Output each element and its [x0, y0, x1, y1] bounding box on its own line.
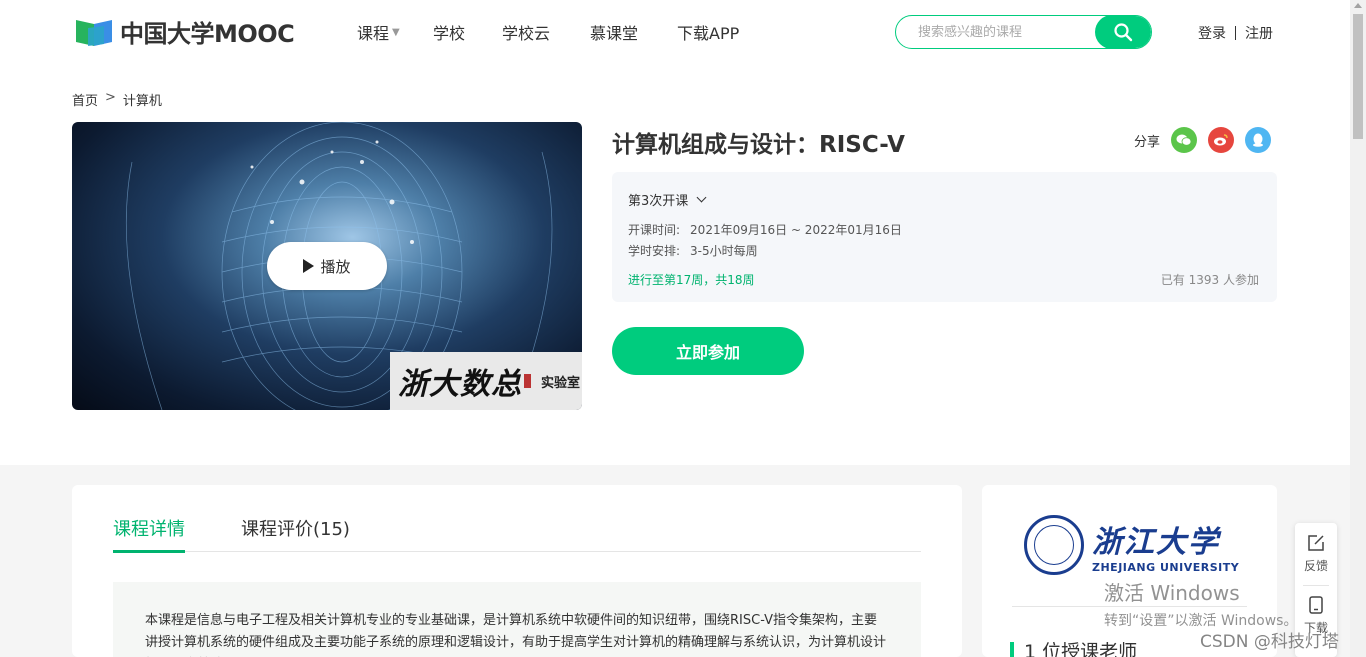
zju-seal-icon [1024, 515, 1084, 575]
section-accent-bar [1010, 641, 1014, 657]
study-hours-label: 学时安排: [628, 244, 681, 258]
university-name-en: ZHEJIANG UNIVERSITY [1092, 560, 1240, 574]
university-name-cn: 浙江大学 [1092, 524, 1220, 560]
feedback-button[interactable]: 反馈 [1295, 533, 1337, 574]
windows-activation-watermark: 激活 Windows 转到“设置”以激活 Windows。 [1104, 577, 1297, 630]
mooc-logo-icon [74, 16, 114, 48]
chevron-down-icon [696, 192, 707, 203]
play-button[interactable]: 播放 [267, 242, 387, 290]
session-info-panel: 第3次开课 开课时间: 2021年09月16日 ~ 2022年01月16日 学时安… [612, 172, 1277, 302]
term-label: 第3次开课 [628, 194, 689, 209]
page: 中国大学MOOC 课程 ▼ 学校 学校云 慕课堂 下载APP 登录 [0, 0, 1366, 657]
tab-course-reviews[interactable]: 课程评价(15) [241, 515, 350, 552]
nav-schools[interactable]: 学校 [433, 20, 502, 44]
course-detail-card: 课程详情 课程评价(15) 本课程是信息与电子工程及相关计算机专业的专业基础课，… [72, 485, 962, 657]
participant-count: 已有 1393 人参加 [1160, 273, 1259, 287]
course-time-value: 2021年09月16日 ~ 2022年01月16日 [690, 223, 902, 237]
register-link[interactable]: 注册 [1245, 23, 1273, 43]
nav-courses-label: 课程 [357, 24, 390, 43]
course-description-text: 本课程是信息与电子工程及相关计算机专业的专业基础课，是计算机系统中软硬件间的知识… [145, 613, 887, 650]
course-progress: 进行至第17周，共18周 [628, 273, 755, 287]
auth-divider [1235, 26, 1236, 40]
nav-courses[interactable]: 课程 ▼ [357, 20, 433, 44]
play-icon [303, 259, 315, 273]
university-name: 浙江大学 ZHEJIANG UNIVERSITY [1092, 517, 1239, 574]
term-selector[interactable]: 第3次开课 [628, 190, 707, 209]
stamp-seal-mark [524, 374, 531, 388]
course-description: 本课程是信息与电子工程及相关计算机专业的专业基础课，是计算机系统中软硬件间的知识… [113, 582, 921, 657]
university-logo[interactable]: 浙江大学 ZHEJIANG UNIVERSITY [1024, 515, 1239, 575]
nav-school-cloud-label: 学校云 [502, 24, 551, 43]
breadcrumb: 首页 > 计算机 [72, 90, 162, 109]
page-scrollbar[interactable] [1350, 0, 1366, 657]
edit-icon [1308, 535, 1324, 551]
scroll-up-icon[interactable] [1354, 3, 1362, 8]
wechat-share-icon[interactable] [1171, 127, 1198, 153]
top-header: 中国大学MOOC 课程 ▼ 学校 学校云 慕课堂 下载APP 登录 [0, 0, 1350, 64]
search-input[interactable] [896, 16, 1095, 48]
stamp-main-text: 浙大数总 [398, 367, 522, 402]
feedback-label: 反馈 [1303, 559, 1328, 573]
join-course-button[interactable]: 立即参加 [612, 327, 804, 375]
breadcrumb-home[interactable]: 首页 [72, 90, 98, 109]
nav-mooc-classroom[interactable]: 慕课堂 [590, 20, 677, 44]
qq-share-icon[interactable] [1245, 127, 1272, 153]
stamp-sub-text: 实验室 [541, 375, 581, 391]
nav-mooc-classroom-label: 慕课堂 [590, 24, 639, 43]
breadcrumb-category[interactable]: 计算机 [123, 90, 162, 109]
course-title: 计算机组成与设计：RISC-V [612, 132, 905, 158]
study-hours-value: 3-5小时每周 [690, 244, 758, 258]
mooc-logo[interactable]: 中国大学MOOC [74, 14, 295, 49]
teacher-title-text: 1 位授课老师 [1024, 641, 1138, 657]
detail-tabs: 课程详情 课程评价(15) [113, 515, 921, 553]
course-time-label: 开课时间: [628, 223, 681, 237]
caret-down-icon: ▼ [392, 26, 400, 38]
mobile-icon [1309, 596, 1323, 614]
share-label: 分享 [1134, 134, 1161, 150]
lab-stamp: 浙大数总 实验室 [390, 352, 582, 410]
search-box [895, 15, 1152, 49]
weibo-share-icon[interactable] [1208, 127, 1235, 153]
tab-course-details[interactable]: 课程详情 [113, 515, 185, 553]
play-label: 播放 [320, 257, 351, 276]
auth-links: 登录 注册 [1198, 23, 1273, 43]
share-bar: 分享 [1134, 127, 1272, 153]
logo-text: 中国大学MOOC [120, 20, 295, 48]
search-button[interactable] [1095, 16, 1151, 48]
windows-watermark-line1: 激活 Windows [1104, 581, 1240, 605]
toolbar-divider [1303, 585, 1329, 586]
login-link[interactable]: 登录 [1198, 23, 1226, 43]
nav-download-app-label: 下载APP [677, 24, 740, 43]
nav-schools-label: 学校 [433, 24, 466, 43]
scrollbar-thumb[interactable] [1353, 14, 1363, 139]
main-nav: 课程 ▼ 学校 学校云 慕课堂 下载APP [357, 20, 739, 44]
nav-download-app[interactable]: 下载APP [677, 20, 739, 44]
search-icon [1114, 23, 1133, 42]
study-hours-row: 学时安排: 3-5小时每周 [628, 242, 758, 259]
breadcrumb-separator: > [105, 90, 116, 105]
course-time-row: 开课时间: 2021年09月16日 ~ 2022年01月16日 [628, 221, 902, 238]
csdn-watermark: CSDN @科技灯塔 [1200, 632, 1339, 652]
teacher-section-title: 1 位授课老师 [1010, 637, 1137, 657]
nav-school-cloud[interactable]: 学校云 [502, 20, 590, 44]
course-video[interactable]: 播放 浙大数总 实验室 [72, 122, 582, 410]
